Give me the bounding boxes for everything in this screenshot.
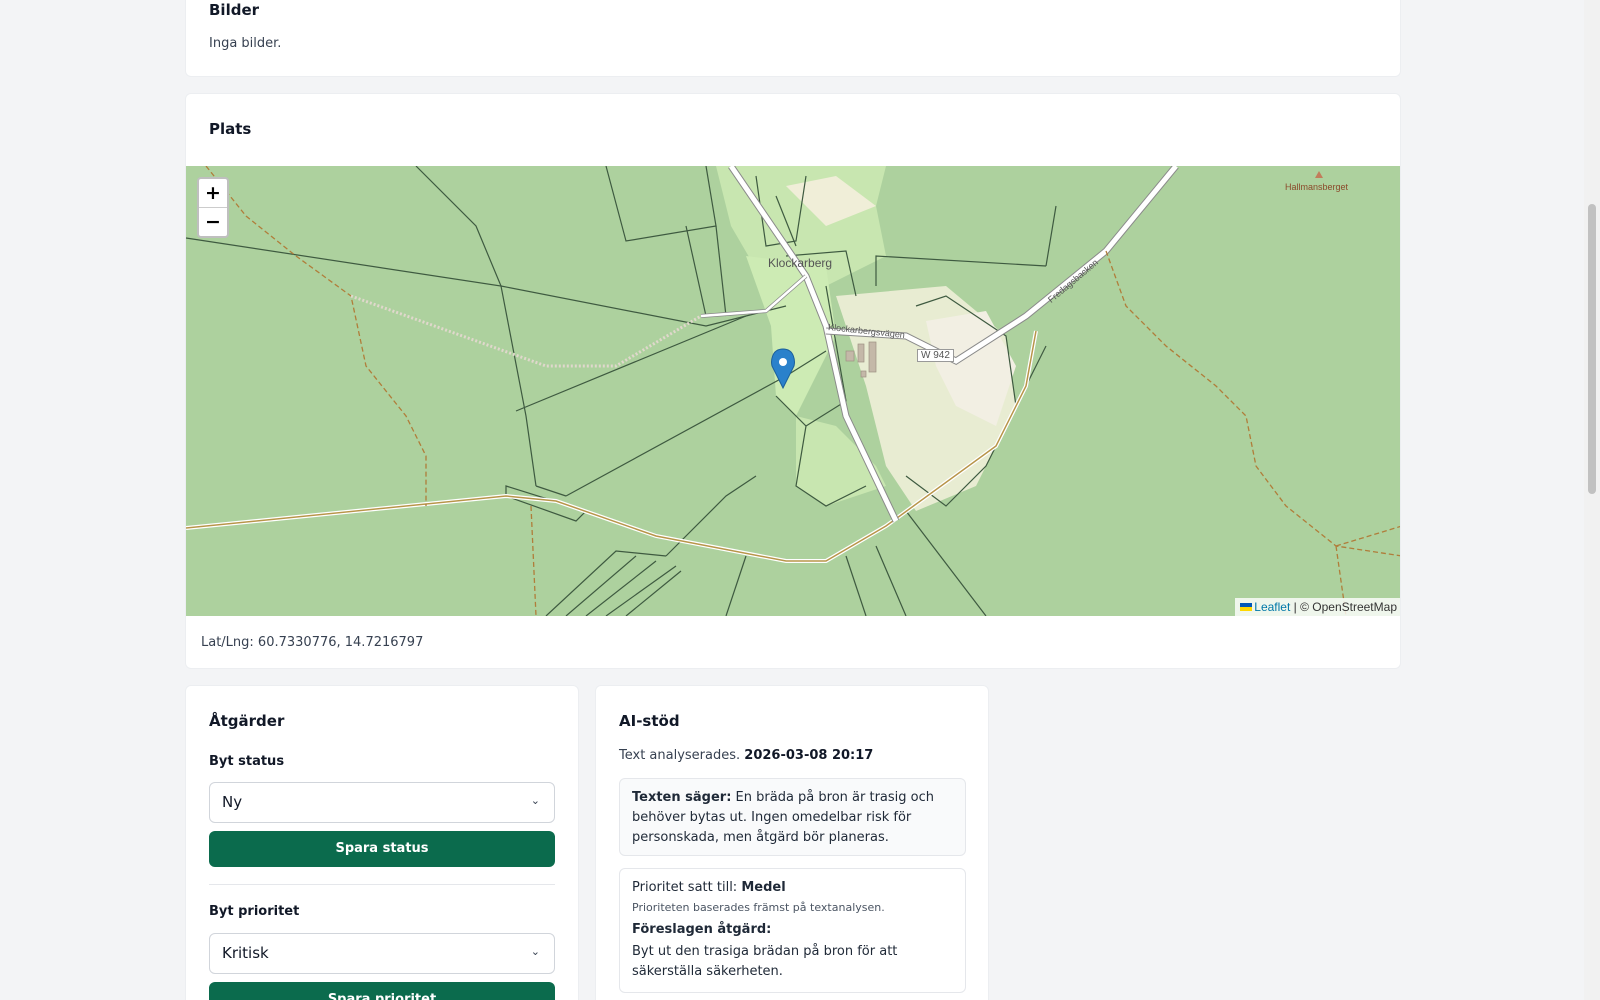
status-label: Byt status	[209, 754, 285, 769]
actions-card: Åtgärder Byt status Ny ⌄ Spara status By…	[185, 685, 579, 1000]
ukraine-flag-icon	[1240, 603, 1253, 611]
chevron-down-icon: ⌄	[530, 794, 540, 807]
priority-value: Medel	[741, 880, 786, 895]
zoom-control: + −	[197, 177, 229, 238]
map-label-road-ref: W 942	[917, 349, 954, 362]
save-priority-button[interactable]: Spara prioritet	[209, 982, 555, 1000]
attribution-text: | © OpenStreetMap	[1290, 600, 1397, 614]
priority-label: Byt prioritet	[209, 904, 300, 919]
priority-box: Prioritet satt till: Medel Prioriteten b…	[619, 868, 966, 993]
ai-title: AI-stöd	[619, 712, 680, 730]
images-card: Bilder Inga bilder.	[185, 0, 1401, 77]
analysis-meta: Text analyserades. 2026-03-08 20:17	[619, 748, 873, 763]
latlng-text: Lat/Lng: 60.7330776, 14.7216797	[201, 635, 424, 650]
text-summary-box: Texten säger: En bräda på bron är trasig…	[619, 778, 966, 856]
chevron-down-icon: ⌄	[530, 945, 540, 958]
analysis-time: 2026-03-08 20:17	[744, 748, 874, 763]
ai-support-card: AI-stöd Text analyserades. 2026-03-08 20…	[595, 685, 989, 1000]
map-attribution: Leaflet | © OpenStreetMap	[1235, 598, 1400, 616]
analysis-prefix: Text analyserades.	[619, 748, 741, 763]
action-text: Byt ut den trasiga brädan på bron för at…	[632, 944, 898, 979]
priority-prefix: Prioritet satt till:	[632, 880, 738, 895]
map-label-place: Klockarberg	[768, 256, 833, 270]
priority-line: Prioritet satt till: Medel	[632, 878, 953, 898]
images-title: Bilder	[209, 1, 260, 19]
map-tiles	[186, 166, 1400, 616]
zoom-out-button[interactable]: −	[199, 208, 227, 236]
priority-select-value: Kritisk	[222, 944, 269, 962]
action-label: Föreslagen åtgärd:	[632, 922, 772, 937]
status-select-value: Ny	[222, 793, 243, 811]
scrollbar-thumb[interactable]	[1588, 204, 1596, 494]
map-label-peak: Hallmansberget	[1285, 182, 1349, 192]
says-label: Texten säger:	[632, 790, 732, 805]
priority-select[interactable]: Kritisk ⌄	[209, 933, 555, 974]
priority-note: Prioriteten baserades främst på textanal…	[632, 901, 885, 914]
images-empty-text: Inga bilder.	[209, 36, 282, 51]
location-card: Plats Klockarberg Klockarbergsvägen W 94…	[185, 93, 1401, 669]
leaflet-link[interactable]: Leaflet	[1254, 600, 1290, 614]
zoom-in-button[interactable]: +	[199, 179, 227, 208]
divider	[209, 884, 555, 885]
map[interactable]: Klockarberg Klockarbergsvägen W 942 Fred…	[186, 166, 1400, 616]
page-scrollbar[interactable]	[1584, 0, 1600, 1000]
status-select[interactable]: Ny ⌄	[209, 782, 555, 823]
save-status-button[interactable]: Spara status	[209, 831, 555, 867]
actions-title: Åtgärder	[209, 712, 285, 730]
location-title: Plats	[209, 120, 252, 138]
